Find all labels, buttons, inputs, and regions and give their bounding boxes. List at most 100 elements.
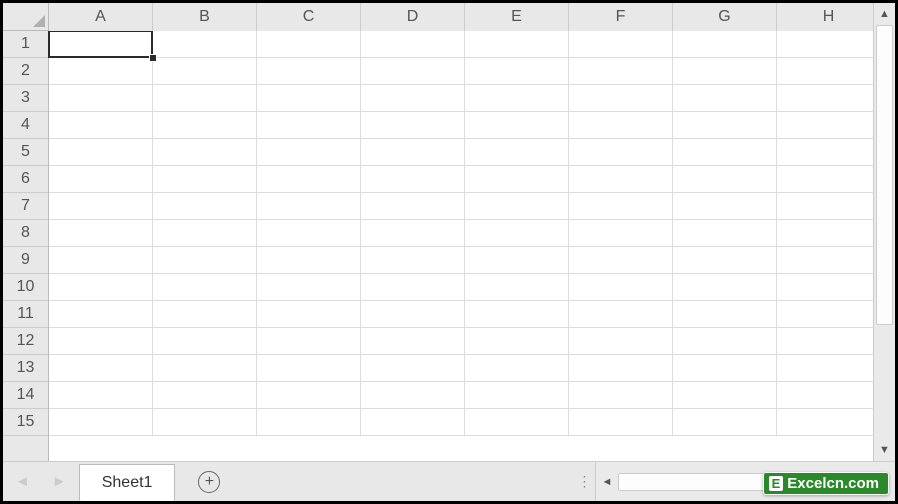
cell[interactable]: [673, 247, 777, 274]
cell[interactable]: [465, 301, 569, 328]
row-header[interactable]: 6: [3, 166, 48, 193]
cell[interactable]: [153, 328, 257, 355]
cell[interactable]: [153, 274, 257, 301]
cell[interactable]: [49, 112, 153, 139]
cell[interactable]: [569, 355, 673, 382]
column-header[interactable]: B: [153, 3, 257, 31]
cell[interactable]: [361, 301, 465, 328]
cell[interactable]: [465, 112, 569, 139]
cell[interactable]: [257, 31, 361, 58]
cell[interactable]: [569, 220, 673, 247]
cell[interactable]: [777, 247, 873, 274]
row-header[interactable]: 1: [3, 31, 48, 58]
cell[interactable]: [153, 301, 257, 328]
cell[interactable]: [777, 355, 873, 382]
cell[interactable]: [777, 409, 873, 436]
cell[interactable]: [777, 58, 873, 85]
cell[interactable]: [257, 58, 361, 85]
select-all-corner[interactable]: [3, 3, 49, 31]
cell[interactable]: [465, 328, 569, 355]
vertical-scroll-thumb[interactable]: [876, 25, 893, 325]
cell[interactable]: [361, 328, 465, 355]
cell[interactable]: [777, 220, 873, 247]
cell[interactable]: [49, 328, 153, 355]
row-header[interactable]: 5: [3, 139, 48, 166]
cell[interactable]: [153, 139, 257, 166]
vertical-scrollbar[interactable]: ▲ ▼: [873, 3, 895, 461]
cell[interactable]: [153, 58, 257, 85]
cell[interactable]: [777, 328, 873, 355]
cell[interactable]: [465, 220, 569, 247]
cell[interactable]: [569, 247, 673, 274]
cell[interactable]: [777, 112, 873, 139]
row-header[interactable]: 14: [3, 382, 48, 409]
column-header[interactable]: D: [361, 3, 465, 31]
row-header[interactable]: 8: [3, 220, 48, 247]
cell[interactable]: [777, 193, 873, 220]
cell[interactable]: [257, 112, 361, 139]
cell[interactable]: [361, 247, 465, 274]
cell[interactable]: [777, 166, 873, 193]
row-header[interactable]: 12: [3, 328, 48, 355]
cell[interactable]: [361, 220, 465, 247]
add-sheet-button[interactable]: +: [189, 462, 229, 501]
cell[interactable]: [465, 193, 569, 220]
cell[interactable]: [49, 31, 153, 58]
cell[interactable]: [153, 166, 257, 193]
cell[interactable]: [49, 193, 153, 220]
cell[interactable]: [361, 85, 465, 112]
cell[interactable]: [49, 220, 153, 247]
row-header[interactable]: 11: [3, 301, 48, 328]
column-header[interactable]: A: [49, 3, 153, 31]
cell[interactable]: [569, 409, 673, 436]
cell[interactable]: [569, 193, 673, 220]
row-header[interactable]: 2: [3, 58, 48, 85]
cell[interactable]: [361, 139, 465, 166]
cell[interactable]: [465, 247, 569, 274]
cell[interactable]: [569, 31, 673, 58]
cell[interactable]: [569, 166, 673, 193]
cell[interactable]: [49, 247, 153, 274]
cell[interactable]: [153, 112, 257, 139]
scroll-down-button[interactable]: ▼: [874, 439, 896, 461]
cell[interactable]: [673, 139, 777, 166]
cells-viewport[interactable]: [49, 31, 873, 461]
cell[interactable]: [777, 301, 873, 328]
cell[interactable]: [673, 58, 777, 85]
cell[interactable]: [569, 274, 673, 301]
cell[interactable]: [777, 139, 873, 166]
cell[interactable]: [257, 274, 361, 301]
cell[interactable]: [777, 382, 873, 409]
cell[interactable]: [257, 139, 361, 166]
row-header[interactable]: 9: [3, 247, 48, 274]
cell[interactable]: [257, 355, 361, 382]
cell[interactable]: [153, 85, 257, 112]
cell[interactable]: [49, 301, 153, 328]
scroll-up-button[interactable]: ▲: [874, 3, 896, 25]
cell[interactable]: [777, 85, 873, 112]
cell[interactable]: [673, 382, 777, 409]
cell[interactable]: [673, 274, 777, 301]
cell[interactable]: [569, 328, 673, 355]
cell[interactable]: [49, 382, 153, 409]
cell[interactable]: [569, 139, 673, 166]
cell[interactable]: [673, 301, 777, 328]
cell[interactable]: [257, 166, 361, 193]
column-header[interactable]: E: [465, 3, 569, 31]
column-header[interactable]: G: [673, 3, 777, 31]
cell[interactable]: [777, 274, 873, 301]
cell[interactable]: [49, 274, 153, 301]
cell[interactable]: [465, 85, 569, 112]
fill-handle[interactable]: [149, 54, 157, 62]
cell[interactable]: [257, 85, 361, 112]
cell[interactable]: [673, 193, 777, 220]
cell[interactable]: [49, 166, 153, 193]
cell[interactable]: [361, 355, 465, 382]
sheet-tab-active[interactable]: Sheet1: [79, 464, 176, 501]
cell[interactable]: [569, 58, 673, 85]
cell[interactable]: [257, 220, 361, 247]
cell[interactable]: [361, 382, 465, 409]
tab-prev-button[interactable]: ◄: [15, 473, 30, 490]
cell[interactable]: [673, 85, 777, 112]
column-header[interactable]: C: [257, 3, 361, 31]
